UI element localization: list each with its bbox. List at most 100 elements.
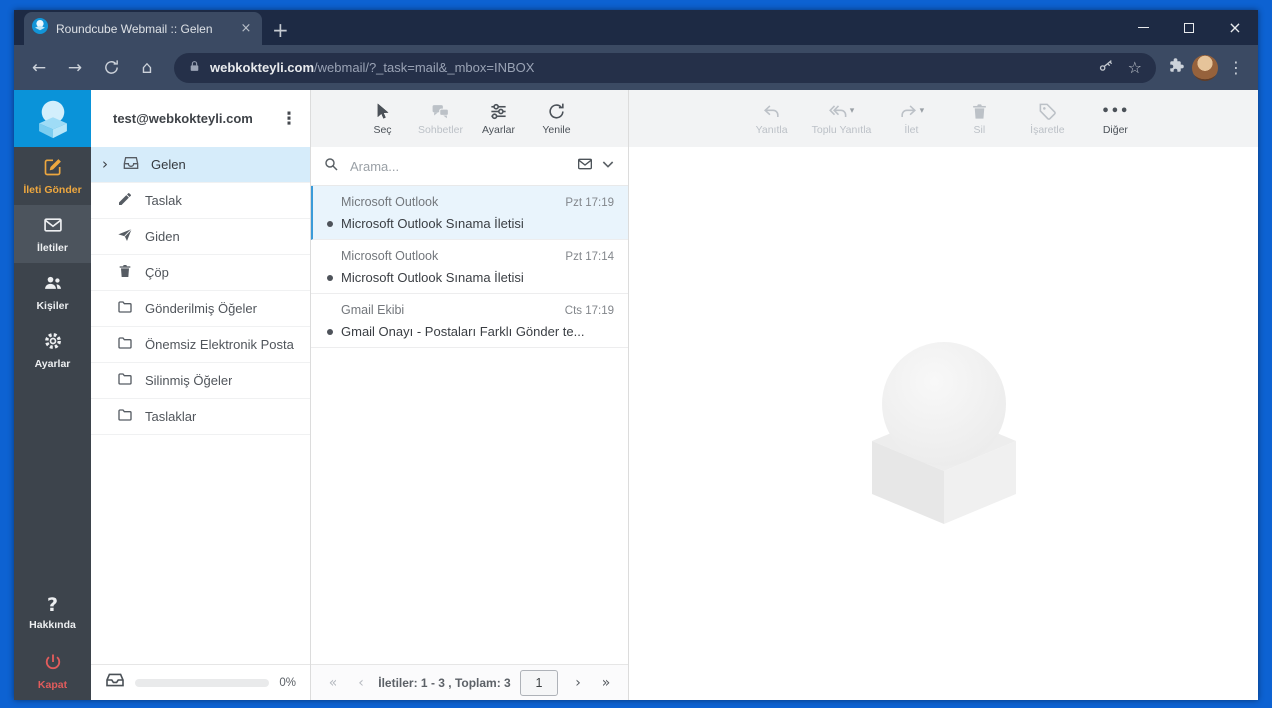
quota-percentage: 0% xyxy=(279,676,296,689)
reply-button[interactable]: Yanıtla xyxy=(744,101,800,136)
message-row[interactable]: Gmail Ekibi Cts 17:19 Gmail Onayı - Post… xyxy=(311,294,628,348)
search-input[interactable] xyxy=(348,157,568,175)
next-page-icon[interactable]: › xyxy=(566,675,590,691)
folder-label: Silinmiş Öğeler xyxy=(145,373,233,388)
folder-label: Gelen xyxy=(151,157,186,172)
first-page-icon[interactable]: « xyxy=(321,675,345,691)
delete-button[interactable]: Sil xyxy=(951,101,1007,136)
search-options-chevron-icon[interactable] xyxy=(600,156,616,177)
forward-button[interactable]: → xyxy=(60,53,90,83)
folder-icon xyxy=(117,335,133,354)
mark-button[interactable]: İşaretle xyxy=(1019,101,1075,136)
sidebar-item-logout[interactable]: Kapat xyxy=(14,642,91,700)
tag-icon xyxy=(1038,101,1057,121)
profile-avatar[interactable] xyxy=(1192,54,1218,81)
toolbar-label: İlet xyxy=(904,124,919,136)
sidebar-item-label: Kişiler xyxy=(36,299,69,312)
message-row[interactable]: Microsoft Outlook Pzt 17:19 Microsoft Ou… xyxy=(311,186,628,240)
collapse-arrow-icon[interactable]: › xyxy=(99,157,111,172)
address-bar[interactable]: webkokteyli.com/webmail/?_task=mail&_mbo… xyxy=(174,52,1156,83)
folder-item-inbox[interactable]: › Gelen xyxy=(91,147,310,183)
home-button[interactable]: ⌂ xyxy=(132,53,162,83)
browser-navbar: ← → ⌂ webkokteyli.com/webmail/?_task=mai… xyxy=(14,45,1258,90)
reply-all-button[interactable]: ▾ Toplu Yanıtla xyxy=(812,101,871,136)
toolbar-label: Yenile xyxy=(542,124,571,136)
sidebar-item-contacts[interactable]: Kişiler xyxy=(14,263,91,321)
folder-icon xyxy=(117,371,133,390)
message-subject: Microsoft Outlook Sınama İletisi xyxy=(341,270,524,285)
account-email: test@webkokteyli.com xyxy=(113,111,253,126)
folder-item-junk[interactable]: Önemsiz Elektronik Posta xyxy=(91,327,310,363)
folder-label: Taslak xyxy=(145,193,182,208)
message-date: Cts 17:19 xyxy=(564,305,614,317)
sidebar-item-about[interactable]: ? Hakkında xyxy=(14,584,91,642)
maximize-button[interactable] xyxy=(1166,10,1212,45)
reply-all-icon: ▾ xyxy=(828,101,855,121)
bookmark-star-icon[interactable]: ☆ xyxy=(1128,58,1142,77)
message-sender: Gmail Ekibi xyxy=(341,303,405,317)
quota-indicator: 0% xyxy=(91,664,310,700)
message-list-panel: Seç Sohbetler Ayarlar Yenile Arama... Mi… xyxy=(311,90,629,700)
forward-icon: ▾ xyxy=(899,101,925,121)
message-subject: Microsoft Outlook Sınama İletisi xyxy=(341,216,524,231)
gear-icon xyxy=(43,331,63,354)
forward-button[interactable]: ▾ İlet xyxy=(883,101,939,136)
reload-button[interactable] xyxy=(96,53,126,83)
compose-icon xyxy=(43,157,63,180)
search-scope-envelope-icon[interactable] xyxy=(577,156,593,177)
threads-button[interactable]: Sohbetler xyxy=(415,101,467,136)
contacts-people-icon xyxy=(43,273,63,296)
message-sender: Microsoft Outlook xyxy=(341,249,439,263)
pagination-status: İletiler: 1 - 3 , Toplam: 3 xyxy=(378,675,511,690)
trash-icon xyxy=(117,263,133,282)
previous-page-icon[interactable]: ‹ xyxy=(349,675,373,691)
roundcube-app: İleti Gönder İletiler Kişiler Ayarlar ? … xyxy=(14,90,1258,700)
sidebar-item-settings[interactable]: Ayarlar xyxy=(14,321,91,379)
sidebar-item-mail[interactable]: İletiler xyxy=(14,205,91,263)
password-key-icon[interactable] xyxy=(1098,58,1114,77)
folder-menu-kebab-icon[interactable]: ⋮ xyxy=(280,109,298,129)
browser-menu-icon[interactable]: ⋮ xyxy=(1224,58,1248,77)
refresh-button[interactable]: Yenile xyxy=(531,101,583,136)
new-tab-button[interactable]: + xyxy=(272,20,289,40)
more-button[interactable]: ••• Diğer xyxy=(1087,101,1143,137)
page-number-input[interactable] xyxy=(520,669,558,696)
toolbar-label: Sohbetler xyxy=(418,124,463,136)
folder-item-sent-items[interactable]: Gönderilmiş Öğeler xyxy=(91,291,310,327)
close-button[interactable]: × xyxy=(1212,10,1258,45)
chat-bubbles-icon xyxy=(431,101,450,121)
roundcube-logo[interactable] xyxy=(14,90,91,147)
power-icon xyxy=(43,652,63,675)
tab-title: Roundcube Webmail :: Gelen xyxy=(56,21,213,36)
cursor-pointer-icon xyxy=(373,101,392,121)
folder-item-drafts[interactable]: Taslaklar xyxy=(91,399,310,435)
folder-item-outbox[interactable]: Giden xyxy=(91,219,310,255)
folder-label: Gönderilmiş Öğeler xyxy=(145,301,257,316)
tab-close-icon[interactable]: × xyxy=(238,21,254,36)
roundcube-watermark xyxy=(844,319,1044,529)
sidebar-item-label: Ayarlar xyxy=(34,357,71,370)
sidebar-item-compose[interactable]: İleti Gönder xyxy=(14,147,91,205)
folder-item-draft[interactable]: Taslak xyxy=(91,183,310,219)
message-row[interactable]: Microsoft Outlook Pzt 17:14 Microsoft Ou… xyxy=(311,240,628,294)
last-page-icon[interactable]: » xyxy=(594,675,618,691)
forward-caret-icon[interactable]: ▾ xyxy=(920,106,925,116)
folder-item-deleted-items[interactable]: Silinmiş Öğeler xyxy=(91,363,310,399)
folder-icon xyxy=(117,407,133,426)
toolbar-label: Diğer xyxy=(1102,124,1128,136)
folder-item-trash[interactable]: Çöp xyxy=(91,255,310,291)
message-date: Pzt 17:14 xyxy=(565,251,614,263)
unread-dot xyxy=(327,220,333,227)
select-button[interactable]: Seç xyxy=(357,101,409,136)
extensions-icon[interactable] xyxy=(1168,56,1186,79)
browser-tab[interactable]: Roundcube Webmail :: Gelen × xyxy=(24,12,262,45)
folder-panel-header: test@webkokteyli.com ⋮ xyxy=(91,90,310,147)
minimize-button[interactable] xyxy=(1120,10,1166,45)
list-options-button[interactable]: Ayarlar xyxy=(473,101,525,136)
folder-label: Taslaklar xyxy=(145,409,197,424)
reply-all-caret-icon[interactable]: ▾ xyxy=(850,106,855,116)
folder-label: Önemsiz Elektronik Posta xyxy=(145,337,294,352)
unread-dot xyxy=(327,328,333,335)
toolbar-label: Yanıtla xyxy=(755,124,788,136)
back-button[interactable]: ← xyxy=(24,53,54,83)
